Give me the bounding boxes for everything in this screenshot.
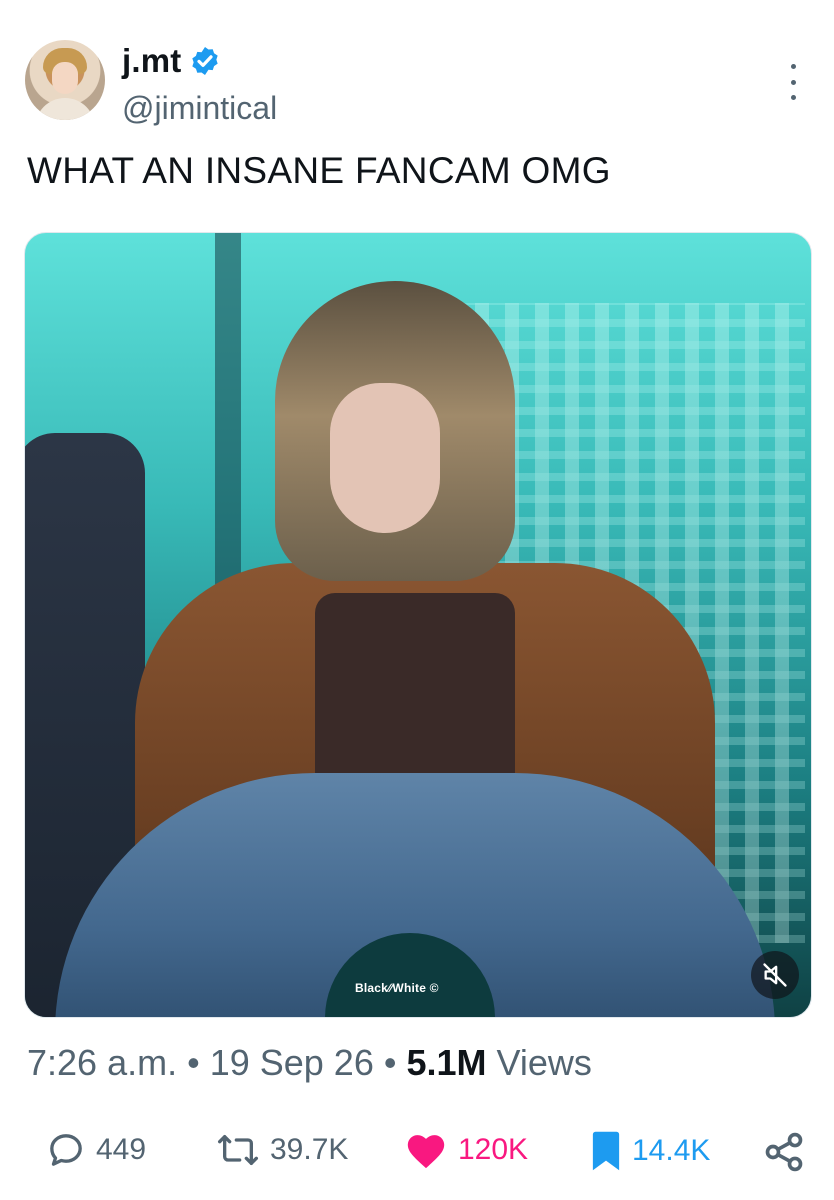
tweet-date[interactable]: 19 Sep 26 [210, 1042, 374, 1083]
video-player[interactable]: Black∕∕White © [24, 232, 812, 1018]
reply-button[interactable]: 449 [46, 1130, 146, 1170]
tweet-meta: 7:26 a.m. • 19 Sep 26 • 5.1M Views [27, 1042, 592, 1084]
user-handle[interactable]: @jimintical [122, 90, 277, 127]
avatar-shirt [35, 98, 95, 120]
verified-badge-icon [192, 47, 219, 75]
like-button[interactable]: 120K [404, 1130, 528, 1170]
meta-separator: • [177, 1042, 210, 1083]
heart-icon [407, 1135, 445, 1169]
more-options-icon[interactable] [778, 64, 808, 100]
repost-count: 39.7K [270, 1133, 349, 1166]
bookmark-count: 14.4K [632, 1134, 711, 1167]
avatar[interactable] [25, 40, 105, 120]
reply-icon [50, 1134, 82, 1166]
performer-face [330, 383, 440, 533]
reply-count: 449 [96, 1133, 147, 1166]
meta-separator: • [373, 1042, 407, 1083]
more-dot [790, 64, 796, 69]
more-dot [790, 95, 796, 100]
tweet-header: j.mt @jimintical [0, 0, 834, 140]
action-bar: 449 39.7K 120K 14.4K [0, 1120, 834, 1190]
video-watermark: Black∕∕White © [355, 981, 439, 995]
tweet-time[interactable]: 7:26 a.m. [27, 1042, 177, 1083]
tweet-text: WHAT AN INSANE FANCAM OMG [27, 150, 611, 191]
like-count: 120K [458, 1133, 529, 1166]
speaker-muted-icon [763, 963, 787, 987]
more-dot [790, 79, 796, 85]
repost-button[interactable]: 39.7K [216, 1130, 348, 1170]
bookmark-button[interactable]: 14.4K [590, 1130, 710, 1172]
avatar-face [52, 62, 78, 94]
share-icon [765, 1132, 803, 1172]
views-label: Views [486, 1042, 592, 1083]
bookmark-icon [592, 1131, 620, 1171]
display-name[interactable]: j.mt [122, 42, 181, 80]
share-button[interactable] [762, 1130, 806, 1174]
views-count[interactable]: 5.1M [406, 1042, 486, 1083]
mute-toggle-button[interactable] [751, 951, 799, 999]
name-row: j.mt [122, 42, 221, 80]
repost-icon [218, 1135, 259, 1165]
